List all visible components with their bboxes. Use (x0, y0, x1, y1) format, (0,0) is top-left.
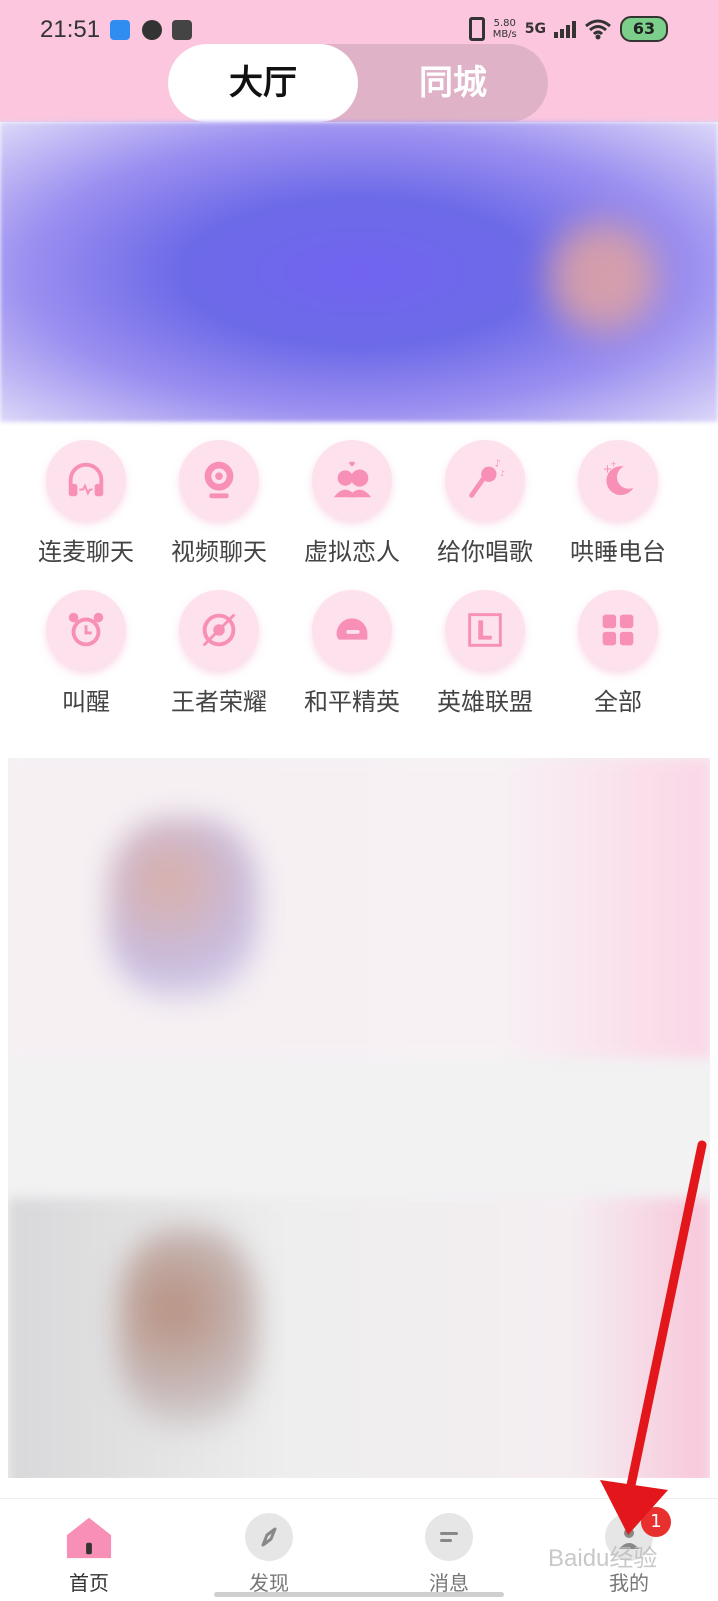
top-tab-switcher: 大厅 同城 (168, 44, 548, 122)
moon-icon: + + (603, 460, 634, 496)
grid-icon (602, 614, 634, 646)
nav-discover[interactable]: 发现 (209, 1513, 329, 1596)
battery-indicator: 63 (620, 16, 668, 42)
alarm-clock-icon (68, 612, 104, 647)
nav-messages[interactable]: 消息 (389, 1513, 509, 1596)
mail-notification-icon (172, 20, 192, 40)
wifi-icon (585, 19, 611, 40)
status-right: 5.80 MB/s 5G 63 (468, 16, 668, 42)
category-video-chat[interactable]: 视频聊天 (151, 440, 287, 580)
webcam-icon (204, 461, 234, 499)
category-all[interactable]: 全部 (550, 590, 686, 730)
headphones-icon (68, 462, 104, 497)
status-time: 21:51 (40, 16, 101, 43)
app-notification-icon (110, 20, 130, 40)
home-indicator (214, 1592, 504, 1597)
feed-card[interactable] (8, 1198, 710, 1478)
app-header: 21:51 5.80 MB/s 5G 63 大厅 同城 (0, 0, 718, 122)
category-label: 给你唱歌 (437, 538, 533, 566)
tab-same-city[interactable]: 同城 (358, 44, 548, 122)
message-icon (440, 1532, 458, 1542)
category-wake-up[interactable]: 叫醒 (18, 590, 154, 730)
league-icon (468, 613, 502, 647)
category-label: 哄睡电台 (570, 538, 666, 566)
nav-label: 首页 (69, 1571, 109, 1595)
svg-text:♪: ♪ (495, 459, 501, 470)
category-league-of-legends[interactable]: 英雄联盟 (417, 590, 553, 730)
helmet-icon (336, 618, 368, 640)
network-type: 5G (524, 21, 546, 37)
couple-icon (333, 461, 372, 498)
category-label: 连麦聊天 (38, 538, 134, 566)
category-honor-of-kings[interactable]: 王者荣耀 (151, 590, 287, 730)
category-label: 英雄联盟 (437, 688, 533, 716)
net-speed-unit: MB/s (492, 29, 517, 40)
category-label: 叫醒 (62, 688, 110, 716)
category-label: 全部 (594, 688, 642, 716)
honor-of-kings-icon (202, 613, 236, 647)
svg-text:♪: ♪ (500, 469, 505, 478)
signal-icon (554, 20, 576, 38)
category-label: 和平精英 (304, 688, 400, 716)
nav-home[interactable]: 首页 (29, 1513, 149, 1596)
svg-text:+: + (610, 460, 616, 469)
category-sing-for-you[interactable]: ♪ ♪ 给你唱歌 (417, 440, 553, 580)
avatar (118, 1228, 258, 1428)
category-label: 虚拟恋人 (304, 538, 400, 566)
category-peace-elite[interactable]: 和平精英 (284, 590, 420, 730)
category-virtual-lover[interactable]: 虚拟恋人 (284, 440, 420, 580)
net-speed-value: 5.80 (493, 18, 516, 29)
category-label: 王者荣耀 (171, 688, 267, 716)
category-label: 视频聊天 (171, 538, 267, 566)
compass-icon (261, 1527, 277, 1547)
category-sleep-radio[interactable]: + + 哄睡电台 (550, 440, 686, 580)
chat-notification-icon (142, 20, 162, 40)
content-feed (8, 758, 710, 1478)
watermark: Baidu经验 (548, 1545, 658, 1572)
home-icon (66, 1517, 112, 1559)
promo-banner[interactable] (0, 122, 718, 422)
avatar (108, 818, 258, 998)
tab-lobby[interactable]: 大厅 (168, 44, 358, 122)
category-voice-chat[interactable]: 连麦聊天 (18, 440, 154, 580)
notification-badge: 1 (641, 1507, 671, 1537)
microphone-icon: ♪ ♪ (469, 459, 505, 498)
vibrate-icon (468, 17, 485, 41)
net-speed: 5.80 MB/s (493, 18, 517, 40)
